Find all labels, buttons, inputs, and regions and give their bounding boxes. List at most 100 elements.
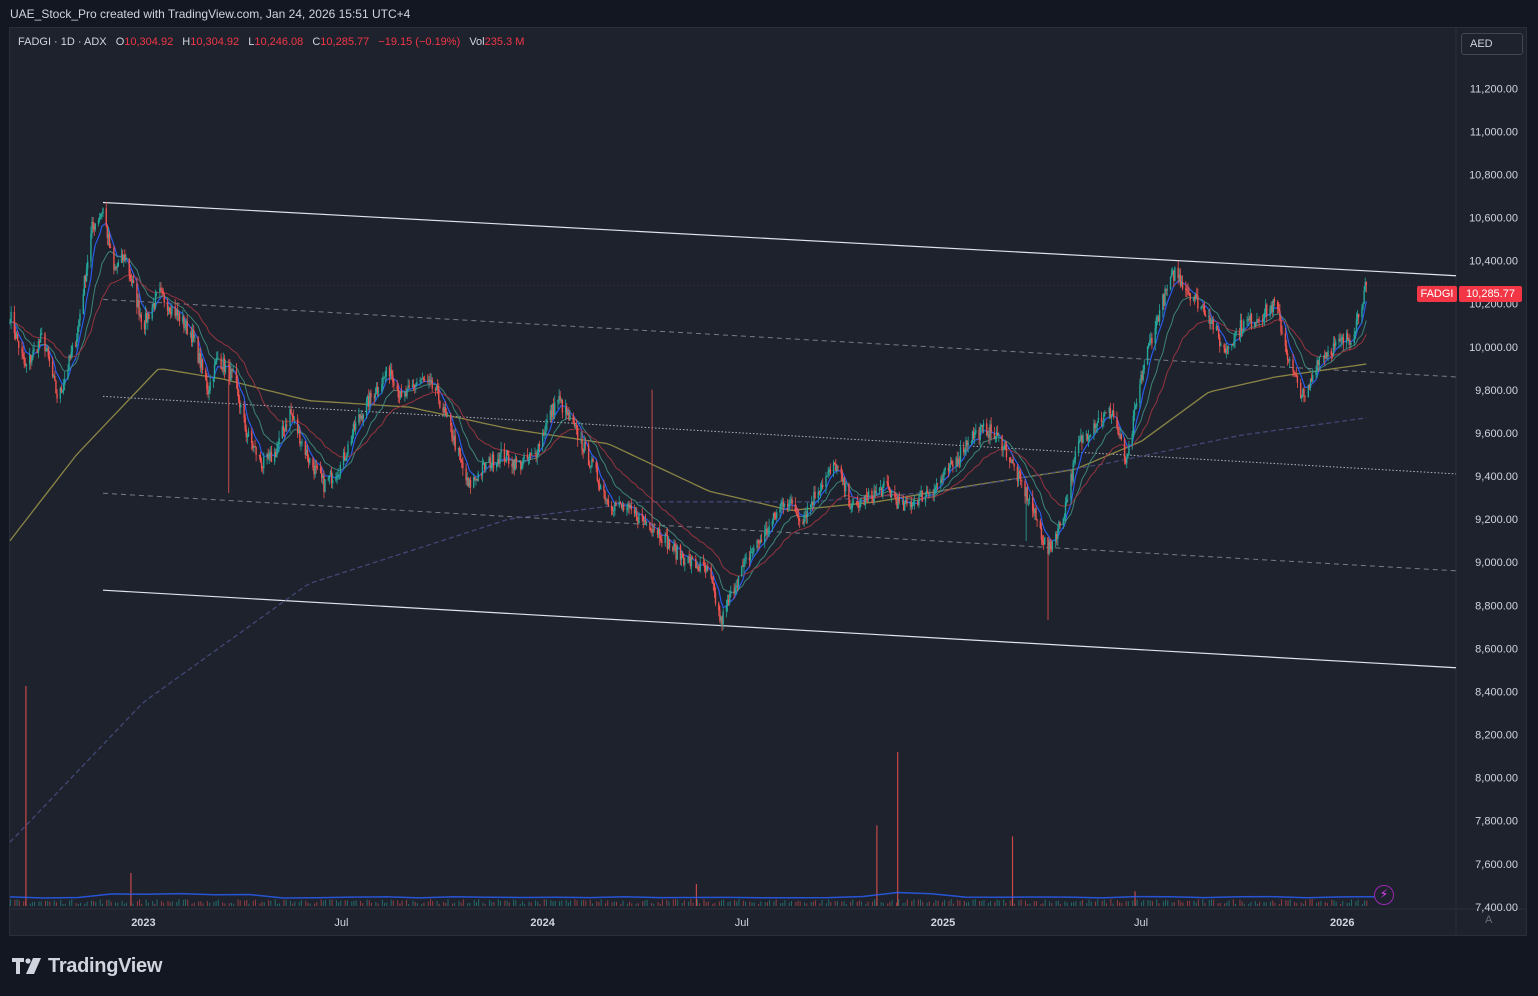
volume-bar [307,902,309,906]
volume-bar [567,902,569,906]
candle-body [90,233,92,262]
volume-bar [101,903,103,906]
candle-body [101,213,103,215]
volume-bar [751,902,753,906]
candle-body [887,483,890,487]
candle-body [1062,518,1065,526]
volume-bar [213,902,215,906]
candle-body [744,558,746,562]
volume-bar [1361,903,1363,906]
candle-body [1132,415,1135,434]
volume-bar [933,902,935,906]
volume-bar [322,900,324,906]
volume-bar [377,903,379,906]
candle-body [592,458,594,463]
volume-bar [1311,899,1313,906]
volume-bar [968,901,970,906]
candle-body [240,405,242,408]
volume-bar [40,901,42,906]
candle-body [979,426,981,440]
volume-spike [695,884,698,906]
candle-body [1067,499,1069,501]
candle-body [849,506,851,509]
candle-body [154,293,157,308]
tradingview-logo[interactable]: TradingView [12,955,162,977]
volume-bar [784,899,786,906]
legend-volume: 235.3 M [484,36,525,48]
candle-body [1097,417,1100,423]
candle-body [1032,497,1034,511]
price-chart[interactable]: 11,200.00 11,000.00 10,800.00 10,600.00 10,4… [0,0,1538,996]
tradingview-wordmark: TradingView [48,954,163,977]
ohlc-legend: FADGI · 1D · ADX O10,304.92 H10,304.92 L… [18,36,530,48]
candle-body [232,370,234,372]
volume-bar [163,902,165,906]
candle-body [659,529,661,539]
volume-bar [1136,899,1138,906]
currency-selector[interactable]: AED [1461,33,1523,55]
candle-body [766,528,768,535]
volume-bar [1256,903,1258,906]
candle-body [1133,409,1136,416]
volume-bar [106,899,108,906]
candle-body [55,380,57,394]
volume-bar [1270,901,1272,906]
volume-bar [683,900,685,906]
volume-bar [1333,900,1335,906]
candle-body [1116,417,1118,427]
legend-symbol[interactable]: FADGI · 1D · ADX [18,36,107,48]
volume-bar [727,902,729,906]
time-axis[interactable]: 2023 Jul 2024 Jul 2025 Jul 2026 [131,917,1354,929]
price-axis[interactable]: 11,200.00 11,000.00 10,800.00 10,600.00 10,4… [1469,83,1518,914]
volume-bar [742,900,744,906]
volume-bar [745,901,747,906]
volume-bar [362,903,364,906]
candle-body [1049,541,1051,546]
volume-bar [381,899,383,906]
lightning-icon[interactable]: ⚡ [1374,885,1394,905]
candle-body [85,268,88,282]
volume-bar [1186,900,1188,906]
volume-layer [9,686,1376,906]
candle-body [630,505,632,510]
volume-bar [935,900,937,906]
candle-body [251,431,253,443]
volume-bar [268,900,270,906]
volume-spike [25,686,27,906]
candle-body [827,471,829,476]
candle-body [645,522,648,524]
candle-body [1074,452,1077,461]
volume-bar [1340,903,1342,906]
volume-bar [600,899,602,906]
volume-bar [274,899,276,906]
volume-bar [524,903,526,906]
candle-body [1217,329,1220,338]
volume-bar [1182,902,1184,906]
volume-bar [596,901,598,906]
volume-bar [979,900,981,906]
legend-high: 10,304.92 [190,36,240,48]
candle-body [415,384,417,387]
volume-bar [160,900,162,906]
volume-bar [366,899,368,906]
candle-body [982,423,985,427]
volume-bar [1287,900,1289,906]
auto-scale-button[interactable]: A [1485,914,1492,926]
candle-body [1220,344,1222,346]
candle-body [86,261,89,269]
volume-bar [156,899,158,906]
volume-bar [397,900,399,906]
volume-bar [917,899,919,906]
volume-bar [1263,901,1265,906]
volume-bar [62,903,64,906]
candle-body [32,351,34,359]
volume-bar [222,902,224,906]
candle-body [1286,353,1289,360]
candle-body [986,423,988,436]
candle-body [745,557,747,559]
volume-bar [519,903,521,906]
candle-body [859,502,861,508]
candle-body [1088,435,1091,437]
volume-bar [1110,899,1112,906]
price-tick-label: 7,600.00 [1475,859,1518,871]
